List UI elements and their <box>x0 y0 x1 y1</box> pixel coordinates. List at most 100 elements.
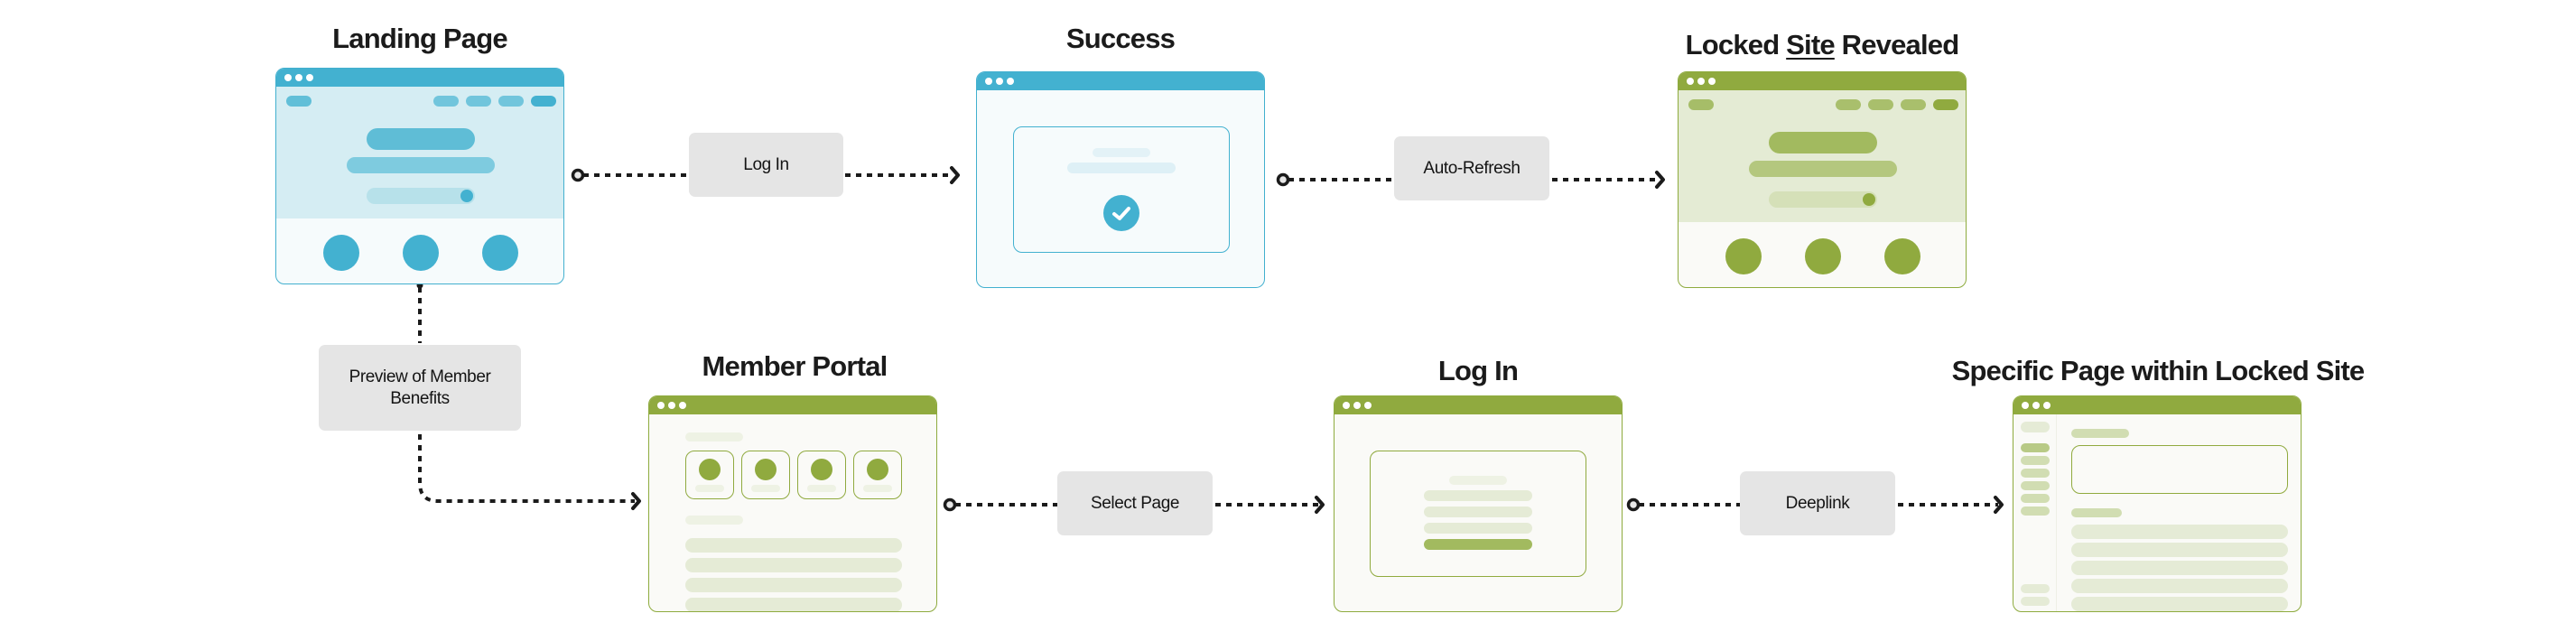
transition-label: Deeplink <box>1785 493 1850 513</box>
window-control-dot <box>1697 78 1705 85</box>
page-heading-pill <box>2071 429 2129 438</box>
window-titlebar <box>1679 72 1966 90</box>
login-heading-pill <box>1449 476 1507 485</box>
feature-circle <box>482 235 518 271</box>
section-heading-pill <box>685 432 743 441</box>
screen-title-log-in: Log In <box>1437 355 1519 386</box>
sidebar-item <box>2021 481 2050 490</box>
success-text-pill <box>1067 163 1176 173</box>
window-control-dot <box>284 74 292 81</box>
window-control-dot <box>2032 402 2040 409</box>
window-titlebar <box>1334 396 1622 414</box>
title-part: Revealed <box>1834 29 1960 60</box>
window-control-dot <box>295 74 302 81</box>
login-field <box>1424 490 1532 501</box>
nav-link-pill <box>466 96 491 107</box>
transition-label: Log In <box>743 154 789 174</box>
nav-link-pill <box>433 96 459 107</box>
nav-link-pill <box>1901 99 1926 110</box>
sidebar-item <box>2021 469 2050 478</box>
hero-subheadline <box>347 157 495 173</box>
content-row <box>685 538 902 553</box>
window-control-dot <box>668 402 675 409</box>
sidebar-item <box>2021 507 2050 516</box>
screen-title-landing-page: Landing Page <box>332 23 507 54</box>
arrowhead-icon <box>950 166 960 184</box>
nav-logo-pill <box>1688 99 1714 110</box>
login-submit <box>1424 539 1532 550</box>
content-row <box>685 598 902 611</box>
nav-link-pill <box>1868 99 1893 110</box>
window-control-dot <box>1353 402 1361 409</box>
sidebar-footer-item <box>2021 597 2050 606</box>
featured-panel <box>2071 445 2288 494</box>
feature-circle <box>1725 238 1762 274</box>
feature-circle <box>323 235 359 271</box>
feature-circle <box>1805 238 1841 274</box>
benefit-avatar <box>755 459 777 480</box>
window-specific-page <box>2013 395 2302 612</box>
login-field <box>1424 523 1532 534</box>
sidebar-item <box>2021 456 2050 465</box>
window-control-dot <box>1364 402 1372 409</box>
window-control-dot <box>2043 402 2051 409</box>
connector-start-dot <box>571 168 585 182</box>
hero-input <box>1769 191 1877 208</box>
window-control-dot <box>985 78 992 85</box>
transition-preview-member-benefits: Preview of Member Benefits <box>319 345 521 431</box>
benefit-caption <box>695 485 724 492</box>
success-card <box>1013 126 1230 253</box>
window-control-dot <box>1708 78 1716 85</box>
nav-link-pill <box>498 96 524 107</box>
window-control-dot <box>996 78 1003 85</box>
feature-circle <box>1884 238 1920 274</box>
content-row <box>2071 525 2288 539</box>
window-log-in <box>1334 395 1623 612</box>
window-control-dot <box>2022 402 2029 409</box>
success-heading-pill <box>1093 148 1150 157</box>
content-row <box>2071 561 2288 575</box>
window-locked-site-revealed <box>1678 71 1967 288</box>
checkmark-icon <box>1112 207 1130 220</box>
screen-title-specific-page: Specific Page within Locked Site <box>1951 355 2366 386</box>
window-control-dot <box>1343 402 1350 409</box>
window-titlebar <box>276 69 563 87</box>
screen-title-success: Success <box>1065 23 1176 54</box>
benefit-caption <box>751 485 780 492</box>
transition-label: Select Page <box>1090 493 1180 513</box>
window-titlebar <box>977 72 1264 90</box>
section-heading-pill <box>685 516 743 525</box>
window-titlebar <box>2013 396 2301 414</box>
window-member-portal <box>648 395 937 612</box>
hero-headline <box>1769 132 1877 153</box>
nav-cta-pill <box>531 96 556 107</box>
connector-preview-out <box>418 434 635 503</box>
window-control-dot <box>657 402 665 409</box>
title-part-underlined: Site <box>1786 29 1835 60</box>
login-field <box>1424 507 1532 517</box>
nav-logo-pill <box>286 96 312 107</box>
content-row <box>2071 543 2288 557</box>
content-row <box>685 578 902 592</box>
content-row <box>2071 579 2288 593</box>
benefit-avatar <box>867 459 888 480</box>
screen-title-locked-site-revealed: Locked Site Revealed <box>1686 29 1960 61</box>
hero-subheadline <box>1749 161 1897 177</box>
transition-deeplink: Deeplink <box>1740 471 1895 535</box>
window-control-dot <box>1007 78 1014 85</box>
sidebar-item <box>2021 494 2050 503</box>
benefit-avatar <box>699 459 721 480</box>
feature-circle <box>403 235 439 271</box>
connector-start-dot <box>1626 497 1641 512</box>
hero-headline <box>367 128 475 150</box>
content-row <box>685 558 902 572</box>
hero-input <box>367 188 475 204</box>
screen-title-member-portal: Member Portal <box>702 350 888 382</box>
connector-start-dot <box>943 497 957 512</box>
nav-link-pill <box>1836 99 1861 110</box>
transition-log-in: Log In <box>689 133 843 197</box>
hero-input-button <box>460 190 473 202</box>
check-circle-icon <box>1103 195 1139 231</box>
benefit-caption <box>863 485 892 492</box>
nav-cta-pill <box>1933 99 1958 110</box>
